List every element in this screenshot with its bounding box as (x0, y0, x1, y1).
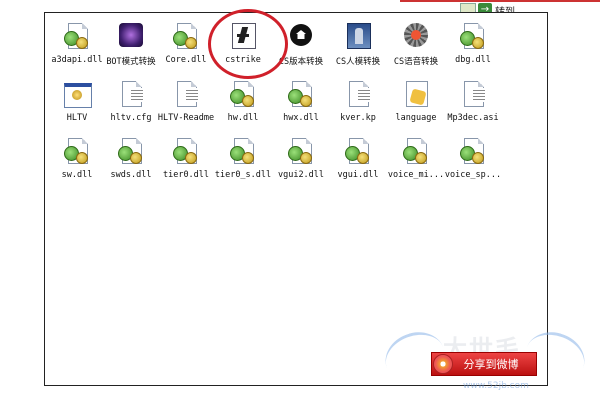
file-item[interactable]: CS版本转换 (270, 22, 332, 82)
file-item[interactable]: BOT模式转换 (100, 22, 162, 82)
file-label: voice_mi... (387, 170, 445, 180)
file-label: voice_sp... (444, 170, 502, 180)
file-label: swds.dll (110, 170, 152, 180)
home-icon (287, 22, 315, 50)
file-item[interactable]: sw.dll (46, 137, 108, 197)
file-label: language (395, 113, 437, 123)
file-label: tier0_s.dll (214, 170, 272, 180)
dll-icon (229, 137, 257, 165)
file-label: kver.kp (340, 113, 376, 123)
bot-icon (117, 22, 145, 50)
file-item[interactable]: a3dapi.dll (46, 22, 108, 82)
dll-icon (287, 80, 315, 108)
dll-icon (172, 137, 200, 165)
file-item[interactable]: hw.dll (212, 80, 274, 140)
exe-icon (63, 80, 92, 108)
dll-icon (459, 22, 487, 50)
file-label: Core.dll (165, 55, 207, 65)
cog-icon (402, 22, 430, 50)
file-item[interactable]: voice_mi... (385, 137, 447, 197)
file-item[interactable]: Mp3dec.asi (442, 80, 504, 140)
file-item[interactable]: voice_sp... (442, 137, 504, 197)
file-label: tier0.dll (162, 170, 210, 180)
file-label: hwx.dll (283, 113, 319, 123)
file-label: vgui.dll (337, 170, 379, 180)
file-item[interactable]: Core.dll (155, 22, 217, 82)
share-label: 分享到微博 (463, 358, 519, 371)
dll-icon (172, 22, 200, 50)
file-item[interactable]: dbg.dll (442, 22, 504, 82)
file-label: sw.dll (61, 170, 93, 180)
file-item[interactable]: HLTV-Readme (155, 80, 217, 140)
file-item[interactable]: hwx.dll (270, 80, 332, 140)
file-label: hltv.cfg (110, 113, 152, 123)
file-item[interactable]: CS人模转换 (327, 22, 389, 82)
file-item[interactable]: swds.dll (100, 137, 162, 197)
file-item[interactable]: tier0_s.dll (212, 137, 274, 197)
cstrike-icon (229, 22, 257, 50)
lang-icon (402, 80, 430, 108)
dll-icon (229, 80, 257, 108)
file-label: a3dapi.dll (51, 55, 103, 65)
file-label: vgui2.dll (277, 170, 325, 180)
file-item[interactable]: cstrike (212, 22, 274, 82)
file-label: Mp3dec.asi (447, 113, 499, 123)
file-label: hw.dll (227, 113, 259, 123)
file-item[interactable]: hltv.cfg (100, 80, 162, 140)
file-label: HLTV-Readme (157, 113, 215, 123)
dll-icon (63, 22, 91, 50)
file-label: cstrike (225, 55, 261, 65)
txt-icon (172, 80, 200, 108)
dll-icon (287, 137, 315, 165)
file-item[interactable]: language (385, 80, 447, 140)
file-label: dbg.dll (455, 55, 491, 65)
file-label: CS人模转换 (335, 57, 381, 67)
file-label: HLTV (66, 113, 88, 123)
dll-icon (63, 137, 91, 165)
file-item[interactable]: tier0.dll (155, 137, 217, 197)
file-label: CS版本转换 (278, 57, 324, 67)
txt-icon (459, 80, 487, 108)
watermark-url: www.52jb.com (463, 381, 529, 391)
person-icon (344, 22, 372, 50)
dll-icon (402, 137, 430, 165)
file-label: BOT模式转换 (106, 57, 156, 67)
file-item[interactable]: HLTV (46, 80, 108, 140)
dll-icon (459, 137, 487, 165)
txt-icon (344, 80, 372, 108)
file-item[interactable]: vgui.dll (327, 137, 389, 197)
file-item[interactable]: vgui2.dll (270, 137, 332, 197)
file-item[interactable]: kver.kp (327, 80, 389, 140)
txt-icon (117, 80, 145, 108)
weibo-icon (433, 354, 453, 374)
file-item[interactable]: CS语音转换 (385, 22, 447, 82)
dll-icon (344, 137, 372, 165)
file-label: CS语音转换 (393, 57, 439, 67)
dll-icon (117, 137, 145, 165)
